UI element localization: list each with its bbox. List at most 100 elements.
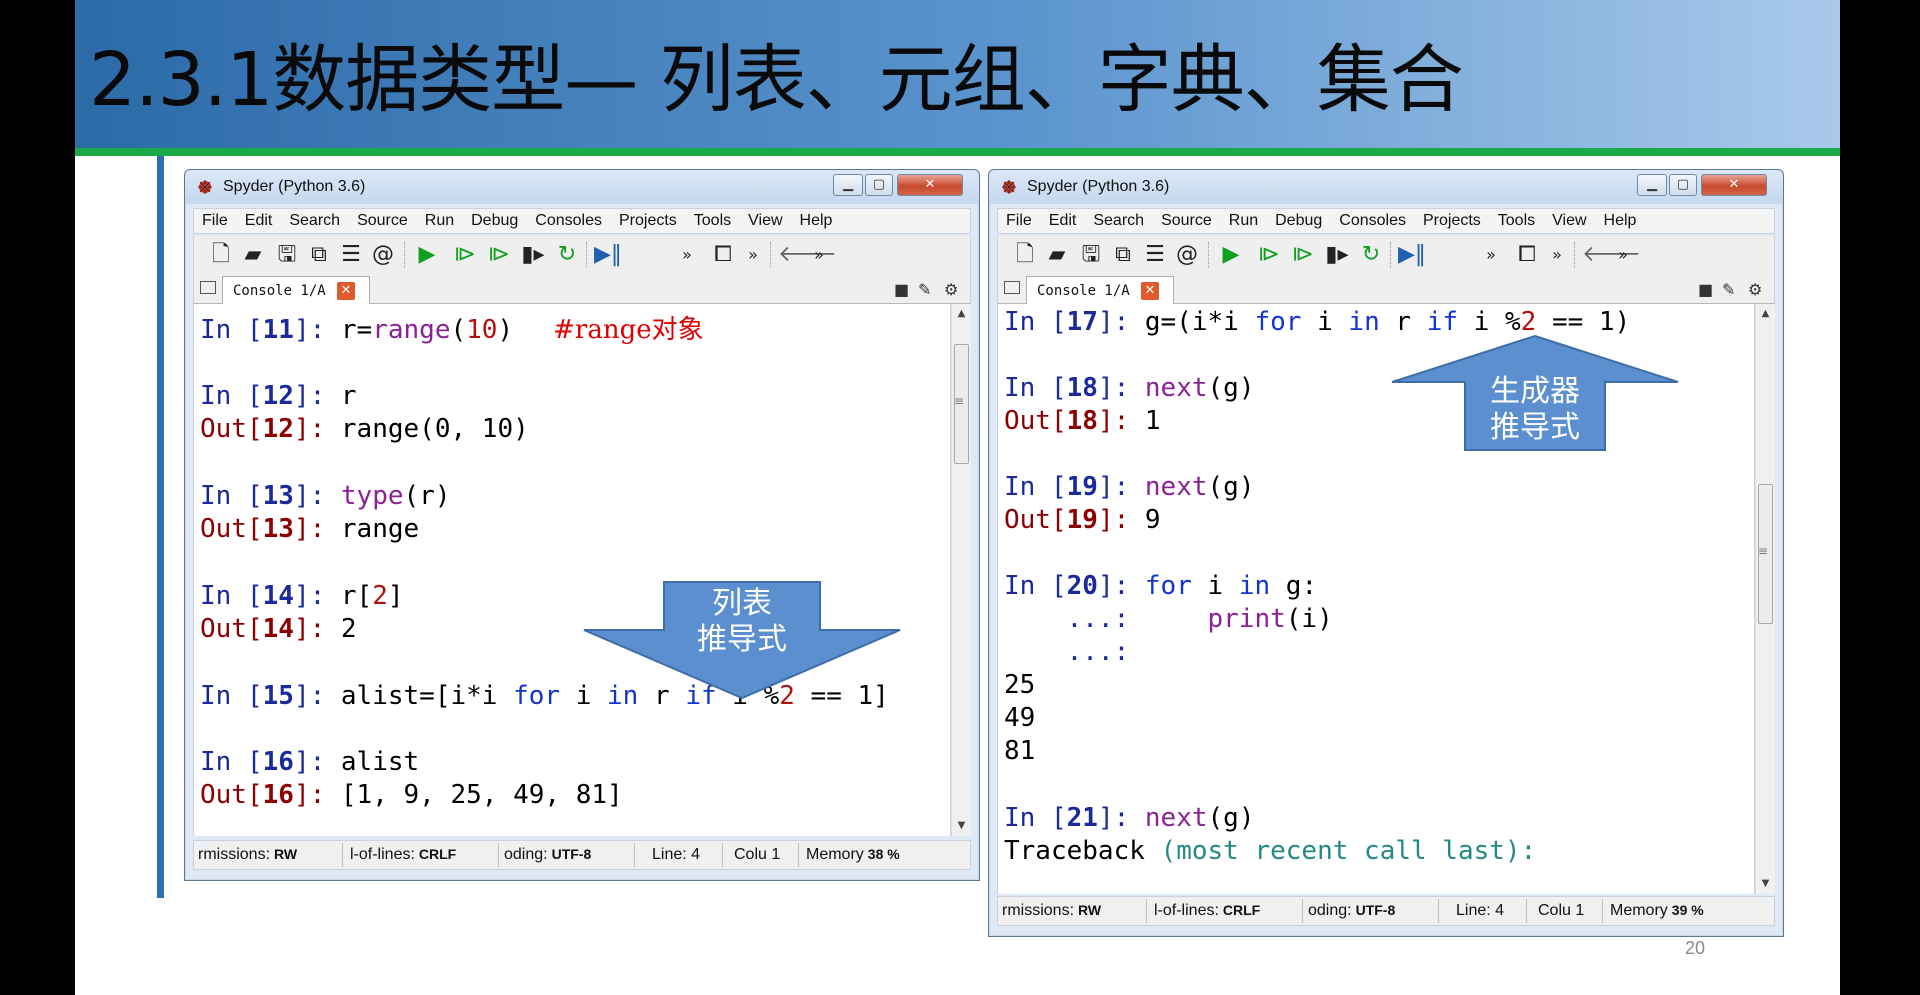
status-column: Colu 1 xyxy=(1538,902,1585,919)
run-icon[interactable]: ▶ xyxy=(414,242,440,268)
menu-tools[interactable]: Tools xyxy=(694,212,731,230)
toolbar-more-icon[interactable]: » xyxy=(1610,242,1636,268)
console-line: In [14]: r[2] xyxy=(200,581,404,611)
run-cell-advance-icon[interactable]: ⧐ xyxy=(486,242,512,268)
tab-console-1a[interactable]: Console 1/A ✕ xyxy=(222,276,370,304)
menu-source[interactable]: Source xyxy=(1161,212,1212,230)
toolbar-more-icon[interactable]: » xyxy=(674,242,700,268)
toolbar-more-icon[interactable]: » xyxy=(1478,242,1504,268)
menu-search[interactable]: Search xyxy=(1093,212,1144,230)
new-file-icon[interactable]: 🗋 xyxy=(208,242,234,268)
run-selection-icon[interactable]: ▮▸ xyxy=(1324,242,1350,268)
debug-icon[interactable]: ▶‖ xyxy=(1398,242,1426,268)
save-icon[interactable]: 🖫 xyxy=(1078,242,1104,268)
run-selection-icon[interactable]: ▮▸ xyxy=(520,242,546,268)
menu-run[interactable]: Run xyxy=(1229,212,1258,230)
console-scrollbar[interactable]: ▲ ≡ ▼ xyxy=(1755,304,1775,894)
minimize-button[interactable]: ▁ xyxy=(833,174,863,196)
menu-tools[interactable]: Tools xyxy=(1498,212,1535,230)
tab-label: Console 1/A xyxy=(233,283,326,299)
toolbar-more-icon[interactable]: » xyxy=(740,242,766,268)
tab-console-1a[interactable]: Console 1/A ✕ xyxy=(1026,276,1174,304)
outline-list-icon[interactable]: ☰ xyxy=(1142,242,1168,268)
menu-help[interactable]: Help xyxy=(800,212,833,230)
at-sign-icon[interactable]: @ xyxy=(370,242,396,268)
maximize-pane-icon[interactable]: ⧠ xyxy=(710,242,736,268)
close-button[interactable]: ✕ xyxy=(1701,174,1767,196)
menu-edit[interactable]: Edit xyxy=(1049,212,1077,230)
back-arrow-icon[interactable]: 🡐 xyxy=(1582,242,1641,268)
window-titlebar[interactable]: Spyder (Python 3.6) ▁ ▢ ✕ xyxy=(989,170,1783,204)
menu-help[interactable]: Help xyxy=(1604,212,1637,230)
stop-icon[interactable]: ■ xyxy=(894,280,909,299)
title-divider xyxy=(75,148,1840,156)
ipython-console[interactable]: In [11]: r=range(10) #range对象 In [12]: r … xyxy=(193,304,951,836)
menu-file[interactable]: File xyxy=(202,212,228,230)
window-titlebar[interactable]: Spyder (Python 3.6) ▁ ▢ ✕ xyxy=(185,170,979,204)
menu-debug[interactable]: Debug xyxy=(471,212,518,230)
tab-close-icon[interactable]: ✕ xyxy=(337,282,355,300)
console-line: 25 xyxy=(1004,670,1036,700)
run-cell-icon[interactable]: ⧐ xyxy=(1256,242,1282,268)
toolbar-more-icon[interactable]: » xyxy=(1544,242,1570,268)
console-scrollbar[interactable]: ▲ ≡ ▼ xyxy=(951,304,971,836)
scroll-up-icon[interactable]: ▲ xyxy=(1756,304,1775,324)
menu-view[interactable]: View xyxy=(1552,212,1586,230)
menu-view[interactable]: View xyxy=(748,212,782,230)
menu-file[interactable]: File xyxy=(1006,212,1032,230)
console-line: In [20]: for i in g: xyxy=(1004,571,1318,601)
at-sign-icon[interactable]: @ xyxy=(1174,242,1200,268)
menu-source[interactable]: Source xyxy=(357,212,408,230)
stop-icon[interactable]: ■ xyxy=(1698,280,1713,299)
run-cell-icon[interactable]: ⧐ xyxy=(452,242,478,268)
open-folder-icon[interactable]: ▰ xyxy=(1044,242,1070,268)
minimize-button[interactable]: ▁ xyxy=(1637,174,1667,196)
toolbar-separator xyxy=(404,242,405,268)
edit-pencil-icon[interactable]: ✎ xyxy=(918,280,931,299)
options-gear-icon[interactable]: ⚙ xyxy=(944,280,958,299)
status-bar: rmissions: RW l-of-lines: CRLF oding: UTF-8… xyxy=(997,896,1775,926)
rerun-icon[interactable]: ↻ xyxy=(1358,242,1384,268)
scroll-down-icon[interactable]: ▼ xyxy=(1756,874,1775,894)
console-line: Out[13]: range xyxy=(200,514,420,544)
menu-search[interactable]: Search xyxy=(289,212,340,230)
scroll-up-icon[interactable]: ▲ xyxy=(952,304,971,324)
run-cell-advance-icon[interactable]: ⧐ xyxy=(1290,242,1316,268)
folder-icon[interactable] xyxy=(200,281,216,294)
status-divider xyxy=(1602,899,1603,923)
outline-list-icon[interactable]: ☰ xyxy=(338,242,364,268)
folder-icon[interactable] xyxy=(1004,281,1020,294)
toolbar-more-icon[interactable]: » xyxy=(806,242,832,268)
run-icon[interactable]: ▶ xyxy=(1218,242,1244,268)
console-tab-bar: Console 1/A ✕ ■ ✎ ⚙ xyxy=(193,274,971,304)
maximize-pane-icon[interactable]: ⧠ xyxy=(1514,242,1540,268)
tab-close-icon[interactable]: ✕ xyxy=(1141,282,1159,300)
maximize-button[interactable]: ▢ xyxy=(865,174,893,196)
scroll-down-icon[interactable]: ▼ xyxy=(952,816,971,836)
new-file-icon[interactable]: 🗋 xyxy=(1012,242,1038,268)
back-arrow-icon[interactable]: 🡐 xyxy=(778,242,837,268)
rerun-icon[interactable]: ↻ xyxy=(554,242,580,268)
options-gear-icon[interactable]: ⚙ xyxy=(1748,280,1762,299)
open-folder-icon[interactable]: ▰ xyxy=(240,242,266,268)
save-icon[interactable]: 🖫 xyxy=(274,242,300,268)
tab-label: Console 1/A xyxy=(1037,283,1130,299)
maximize-button[interactable]: ▢ xyxy=(1669,174,1697,196)
debug-icon[interactable]: ▶‖ xyxy=(594,242,622,268)
callout-label: 生成器 推导式 xyxy=(1490,374,1580,445)
toolbar-separator xyxy=(1574,242,1575,268)
edit-pencil-icon[interactable]: ✎ xyxy=(1722,280,1735,299)
menu-run[interactable]: Run xyxy=(425,212,454,230)
menu-projects[interactable]: Projects xyxy=(1423,212,1481,230)
ipython-console[interactable]: In [17]: g=(i*i for i in r if i %2 == 1)… xyxy=(997,304,1755,894)
menu-debug[interactable]: Debug xyxy=(1275,212,1322,230)
toolbar-separator xyxy=(1208,242,1209,268)
menu-consoles[interactable]: Consoles xyxy=(1339,212,1406,230)
menu-edit[interactable]: Edit xyxy=(245,212,273,230)
close-button[interactable]: ✕ xyxy=(897,174,963,196)
save-all-icon[interactable]: ⧉ xyxy=(306,242,332,268)
window-title: Spyder (Python 3.6) xyxy=(1027,178,1170,195)
menu-consoles[interactable]: Consoles xyxy=(535,212,602,230)
menu-projects[interactable]: Projects xyxy=(619,212,677,230)
save-all-icon[interactable]: ⧉ xyxy=(1110,242,1136,268)
